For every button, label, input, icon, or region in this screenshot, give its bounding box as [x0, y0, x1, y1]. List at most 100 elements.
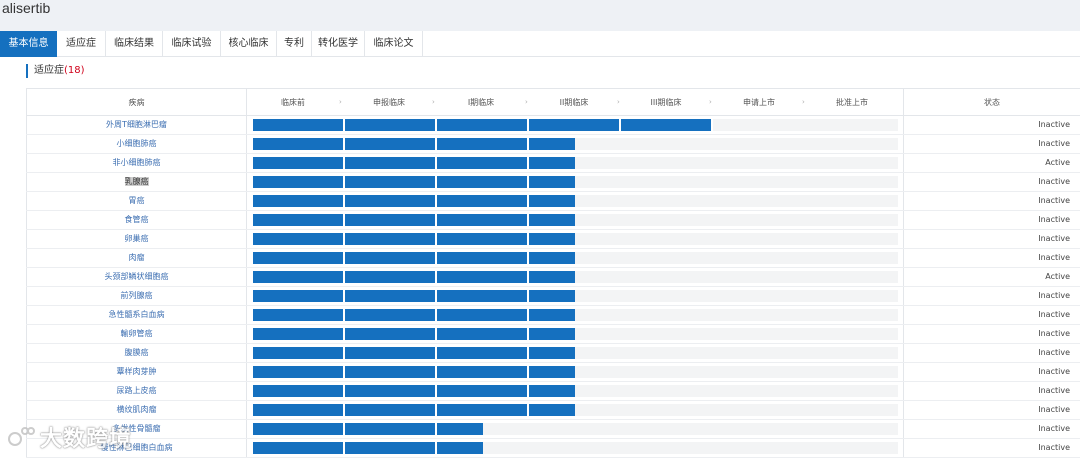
progress-segment: [253, 271, 345, 283]
table-row[interactable]: 乳腺癌 Inactive: [26, 173, 1080, 192]
disease-cell: 前列腺癌: [26, 287, 247, 305]
phase-progress-cell: [247, 325, 904, 343]
disease-link[interactable]: 腹膜癌: [125, 348, 149, 357]
status-cell: Inactive: [1038, 215, 1070, 224]
status-cell: Inactive: [1038, 443, 1070, 452]
phase-nda: 申请上市: [743, 98, 775, 107]
disease-link[interactable]: 乳腺癌: [124, 177, 149, 186]
progress-segment: [345, 309, 437, 321]
progress-segment: [437, 328, 529, 340]
disease-link[interactable]: 尿路上皮癌: [117, 386, 157, 395]
progress-segment: [437, 309, 529, 321]
disease-link[interactable]: 前列腺癌: [121, 291, 153, 300]
disease-link[interactable]: 外周T细胞淋巴瘤: [106, 120, 167, 129]
table-row[interactable]: 急性髓系白血病 Inactive: [26, 306, 1080, 325]
table-row[interactable]: 輸卵管癌 Inactive: [26, 325, 1080, 344]
table-row[interactable]: 头颈部鳞状细胞癌 Active: [26, 268, 1080, 287]
disease-link[interactable]: 肉瘤: [129, 253, 145, 262]
progress-segment: [437, 404, 529, 416]
tab-core-clinical[interactable]: 核心临床: [221, 31, 277, 57]
tab-clinical-papers[interactable]: 临床论文: [365, 31, 423, 57]
phase-progress-cell: [247, 439, 904, 457]
table-row[interactable]: 慢性淋巴细胞白血病 Inactive: [26, 439, 1080, 458]
progress-segment: [253, 233, 345, 245]
tab-clinical-trials[interactable]: 临床试验: [163, 31, 221, 57]
progress-segment-partial: [529, 138, 575, 150]
tab-clinical-results[interactable]: 临床结果: [106, 31, 163, 57]
table-row[interactable]: 蕈样肉芽肿 Inactive: [26, 363, 1080, 382]
disease-cell: 胃癌: [26, 192, 247, 210]
disease-cell: 輸卵管癌: [26, 325, 247, 343]
progress-track: [253, 347, 898, 359]
progress-segment: [253, 442, 345, 454]
table-row[interactable]: 腹膜癌 Inactive: [26, 344, 1080, 363]
table-row[interactable]: 肉瘤 Inactive: [26, 249, 1080, 268]
table-row[interactable]: 非小细胞肺癌 Active: [26, 154, 1080, 173]
drug-title: alisertib: [2, 0, 51, 16]
table-row[interactable]: 横纹肌肉瘤 Inactive: [26, 401, 1080, 420]
table-row[interactable]: 食管癌 Inactive: [26, 211, 1080, 230]
disease-link[interactable]: 蕈样肉芽肿: [117, 367, 157, 376]
disease-cell: 小细胞肺癌: [26, 135, 247, 153]
progress-segment: [437, 138, 529, 150]
progress-track: [253, 214, 898, 226]
disease-link[interactable]: 急性髓系白血病: [109, 310, 165, 319]
progress-segment: [437, 195, 529, 207]
progress-track: [253, 328, 898, 340]
disease-link[interactable]: 头颈部鳞状细胞癌: [105, 272, 169, 281]
disease-link[interactable]: 卵巢癌: [125, 234, 149, 243]
progress-track: [253, 271, 898, 283]
table-row[interactable]: 前列腺癌 Inactive: [26, 287, 1080, 306]
progress-segment: [345, 442, 437, 454]
progress-segment-partial: [529, 385, 575, 397]
progress-track: [253, 423, 898, 435]
progress-segment: [345, 366, 437, 378]
progress-segment: [345, 404, 437, 416]
progress-track: [253, 138, 898, 150]
progress-segment: [529, 119, 621, 131]
top-bar: alisertib: [0, 0, 1080, 31]
table-row[interactable]: 尿路上皮癌 Inactive: [26, 382, 1080, 401]
tab-patents[interactable]: 专利: [277, 31, 312, 57]
tab-indications[interactable]: 适应症: [57, 31, 106, 57]
disease-link[interactable]: 食管癌: [125, 215, 149, 224]
table-row[interactable]: 小细胞肺癌 Inactive: [26, 135, 1080, 154]
progress-track: [253, 366, 898, 378]
progress-segment-partial: [437, 423, 483, 435]
disease-cell: 急性髓系白血病: [26, 306, 247, 324]
progress-segment-partial: [529, 328, 575, 340]
table-row[interactable]: 外周T细胞淋巴瘤 Inactive: [26, 116, 1080, 135]
progress-segment: [437, 214, 529, 226]
progress-segment: [345, 195, 437, 207]
phase-progress-cell: [247, 268, 904, 286]
progress-segment: [345, 252, 437, 264]
progress-segment-partial: [529, 157, 575, 169]
progress-segment: [253, 423, 345, 435]
section-header: 适应症(18): [26, 64, 85, 78]
phase-ind: 申报临床: [373, 98, 405, 107]
phase-2: II期临床: [559, 98, 589, 107]
status-cell: Inactive: [1038, 367, 1070, 376]
progress-segment-partial: [529, 366, 575, 378]
progress-segment-partial: [529, 404, 575, 416]
watermark-text: 大数跨境: [40, 427, 133, 452]
progress-segment: [253, 214, 345, 226]
progress-segment: [253, 195, 345, 207]
disease-link[interactable]: 非小细胞肺癌: [113, 158, 161, 167]
disease-link[interactable]: 横纹肌肉瘤: [117, 405, 157, 414]
disease-cell: 横纹肌肉瘤: [26, 401, 247, 419]
progress-track: [253, 404, 898, 416]
disease-link[interactable]: 胃癌: [129, 196, 145, 205]
phase-approved: 批准上市: [836, 98, 868, 107]
tab-translational-medicine[interactable]: 转化医学: [312, 31, 365, 57]
disease-link[interactable]: 輸卵管癌: [121, 329, 153, 338]
tab-basic-info[interactable]: 基本信息: [0, 31, 57, 57]
progress-track: [253, 119, 898, 131]
status-cell: Inactive: [1038, 329, 1070, 338]
indications-table: 疾病 临床前 › 申报临床 › I期临床 › II期临床 › III期临床 › …: [26, 88, 1080, 458]
table-row[interactable]: 卵巢癌 Inactive: [26, 230, 1080, 249]
table-row[interactable]: 胃癌 Inactive: [26, 192, 1080, 211]
progress-segment-partial: [529, 176, 575, 188]
disease-link[interactable]: 小细胞肺癌: [117, 139, 157, 148]
table-row[interactable]: 多发性骨髓瘤 Inactive: [26, 420, 1080, 439]
